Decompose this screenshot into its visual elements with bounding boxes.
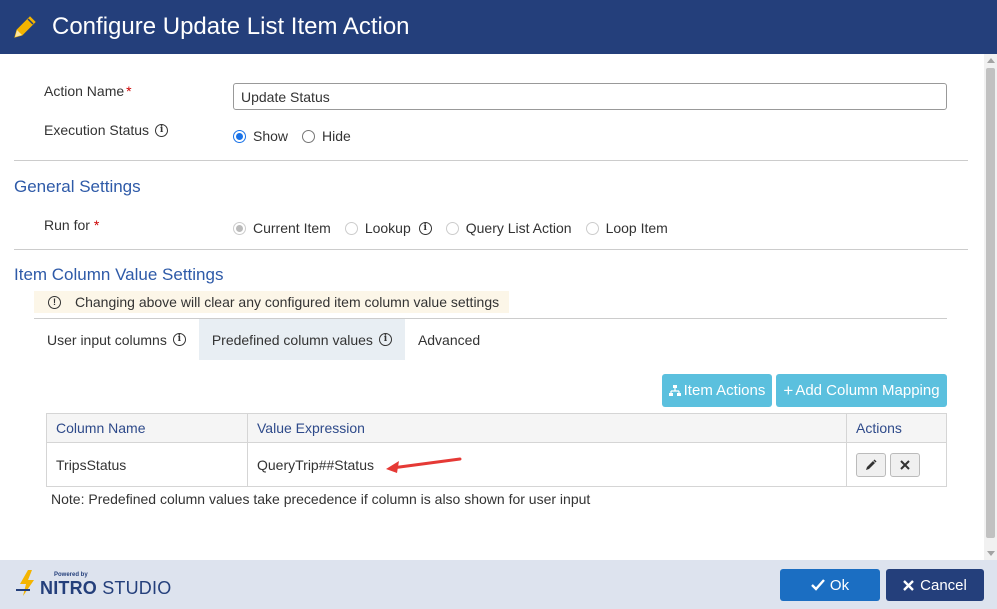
tab-advanced-label: Advanced [417, 331, 481, 348]
warning-banner: ! Changing above will clear any configur… [34, 291, 509, 313]
logo-nitro: NITRO [40, 578, 97, 598]
logo-name: NITRO STUDIO [40, 578, 171, 599]
divider [14, 160, 968, 161]
item-actions-button[interactable]: Item Actions [662, 374, 772, 407]
nitro-studio-logo: Powered by NITRO STUDIO [16, 570, 171, 599]
radio-loop-item-label: Loop Item [605, 220, 668, 236]
required-mark: * [126, 83, 132, 99]
execution-status-label: Execution Status i [44, 122, 169, 138]
info-icon[interactable]: i [418, 221, 432, 235]
close-icon [900, 459, 910, 470]
vertical-scrollbar[interactable] [984, 54, 997, 560]
radio-show[interactable]: Show [233, 128, 288, 144]
sitemap-icon [668, 384, 681, 397]
value-expression-text: QueryTrip##Status [257, 456, 374, 473]
dialog-title: Configure Update List Item Action [52, 13, 410, 40]
pencil-icon [10, 12, 40, 42]
add-column-mapping-button[interactable]: + Add Column Mapping [776, 374, 947, 407]
action-name-label-text: Action Name [44, 83, 125, 99]
radio-current-item-circle[interactable] [233, 221, 246, 235]
logo-studio: STUDIO [102, 578, 172, 598]
header-actions: Actions [856, 420, 902, 436]
scroll-thumb[interactable] [986, 68, 995, 538]
radio-query-list-action[interactable]: Query List Action [445, 220, 572, 236]
cancel-button[interactable]: Cancel [886, 569, 984, 601]
radio-lookup-circle[interactable] [344, 221, 358, 235]
cell-actions [847, 443, 946, 486]
table-row: TripsStatus QueryTrip##Status [47, 443, 946, 486]
run-for-radios: Current Item Lookup i Query List Action … [233, 220, 682, 236]
check-icon [811, 579, 825, 591]
run-for-label-text: Run for [44, 217, 90, 233]
header-column-name: Column Name [47, 414, 248, 442]
scroll-up-arrow[interactable] [987, 58, 995, 63]
dialog-titlebar: Configure Update List Item Action [0, 0, 997, 54]
tab-bar: User input columns i Predefined column v… [34, 318, 947, 360]
edit-icon [866, 458, 877, 470]
radio-loop-item-circle[interactable] [585, 221, 599, 235]
radio-lookup[interactable]: Lookup [344, 220, 411, 236]
table-header-row: Column Name Value Expression Actions [47, 414, 946, 443]
predefined-note: Note: Predefined column values take prec… [51, 491, 591, 507]
cancel-button-label: Cancel [920, 576, 967, 594]
info-icon[interactable]: i [155, 123, 169, 137]
run-for-label: Run for * [44, 217, 99, 233]
tab-user-input-columns-label: User input columns [47, 331, 167, 348]
column-mapping-table: Column Name Value Expression Actions Tri… [46, 413, 947, 487]
cell-value-expression: QueryTrip##Status [248, 443, 847, 486]
radio-show-circle[interactable] [233, 129, 246, 143]
radio-lookup-label: Lookup [364, 220, 411, 236]
header-value-expression: Value Expression [248, 414, 847, 442]
execution-status-radios: Show Hide [233, 128, 365, 144]
radio-current-item-label: Current Item [253, 220, 331, 236]
tab-advanced[interactable]: Advanced [405, 319, 493, 360]
warning-text: Changing above will clear any configured… [75, 294, 500, 310]
nitro-logo-icon [16, 570, 38, 596]
annotation-arrow-icon [384, 455, 462, 475]
tab-predefined-column-values-label: Predefined column values [211, 331, 373, 348]
action-name-label: Action Name * [44, 83, 132, 99]
tab-user-input-columns[interactable]: User input columns i [34, 319, 199, 360]
ok-button-label: Ok [829, 576, 850, 594]
add-column-mapping-label: Add Column Mapping [795, 382, 940, 399]
required-mark: * [93, 217, 100, 233]
dialog-content: Action Name* Execution Status i Show Hid… [0, 54, 983, 560]
scroll-down-arrow[interactable] [987, 551, 995, 556]
edit-button[interactable] [856, 452, 886, 477]
cell-column-name: TripsStatus [47, 443, 248, 486]
radio-current-item[interactable]: Current Item [233, 220, 331, 236]
radio-hide-circle[interactable] [302, 129, 316, 143]
general-settings-heading: General Settings [14, 177, 141, 196]
info-icon[interactable]: i [378, 333, 392, 346]
ok-button[interactable]: Ok [780, 569, 880, 601]
times-icon [903, 579, 914, 591]
radio-query-list-action-circle[interactable] [445, 221, 459, 235]
delete-button[interactable] [890, 452, 920, 477]
item-column-heading: Item Column Value Settings [14, 265, 224, 284]
warning-icon: ! [48, 295, 61, 309]
tab-predefined-column-values[interactable]: Predefined column values i [198, 319, 405, 360]
item-actions-label: Item Actions [683, 382, 766, 399]
dialog-footer: Powered by NITRO STUDIO Ok Cancel [0, 560, 997, 609]
radio-hide[interactable]: Hide [302, 128, 351, 144]
info-icon[interactable]: i [172, 333, 186, 346]
action-name-input[interactable] [233, 83, 947, 110]
radio-loop-item[interactable]: Loop Item [585, 220, 668, 236]
radio-hide-label: Hide [322, 128, 351, 144]
radio-query-list-action-label: Query List Action [465, 220, 572, 236]
execution-status-label-text: Execution Status [44, 122, 150, 138]
plus-icon: + [783, 381, 794, 400]
divider [14, 249, 968, 250]
radio-show-label: Show [253, 128, 289, 144]
